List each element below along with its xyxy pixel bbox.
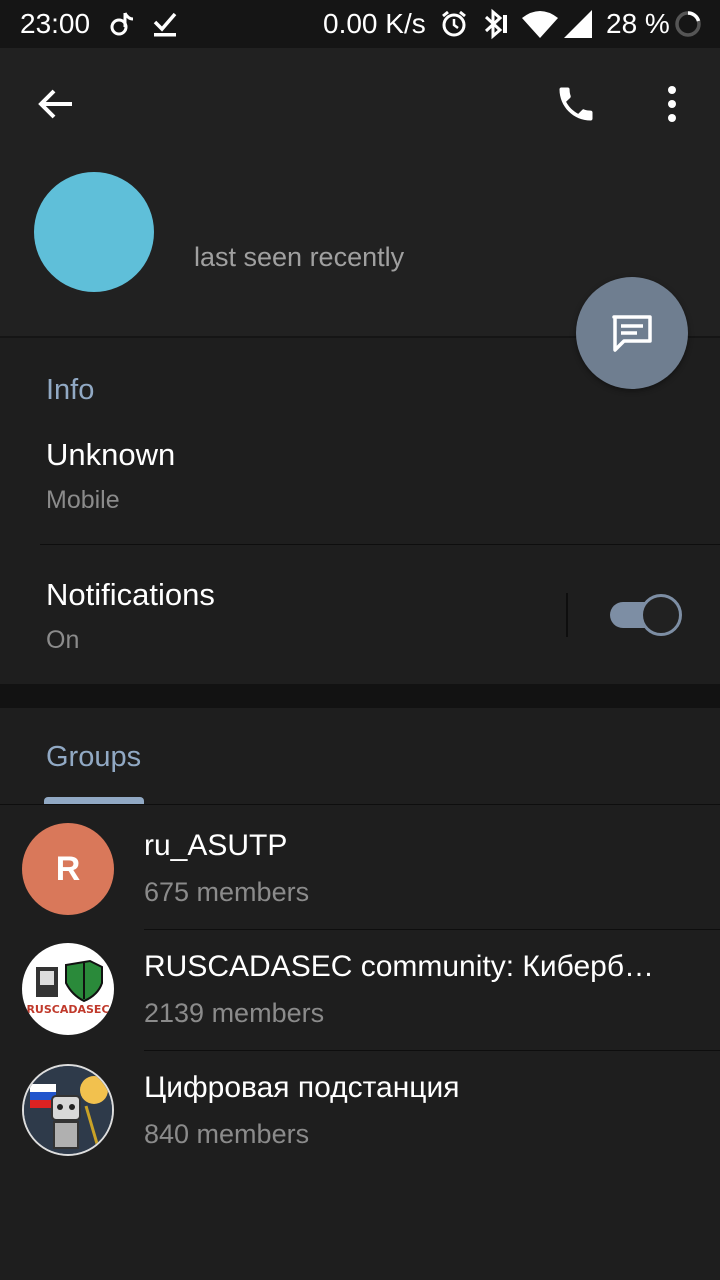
substation-robot-icon: [24, 1066, 112, 1154]
notifications-value: On: [46, 626, 80, 654]
notifications-row[interactable]: Notifications On: [0, 545, 720, 684]
send-message-fab[interactable]: [576, 277, 688, 389]
notifications-toggle[interactable]: [610, 594, 682, 636]
bluetooth-icon: [484, 8, 507, 40]
phone-label: Mobile: [46, 486, 120, 514]
avatar-letter: R: [55, 849, 81, 888]
list-item[interactable]: Цифровая подстанция 840 members: [0, 1051, 720, 1171]
more-vert-icon[interactable]: [660, 84, 684, 124]
last-seen-status: last seen recently: [194, 242, 405, 272]
net-speed: 0.00 K/s: [323, 8, 426, 39]
alarm-icon: [442, 10, 466, 37]
arrow-left-icon[interactable]: [36, 84, 76, 124]
ruscadasec-logo-icon: [36, 959, 103, 1003]
battery-ring-icon: [675, 11, 701, 37]
list-item[interactable]: RUSCADASEC RUSCADASEC community: Киберб……: [0, 930, 720, 1050]
phone-value: Unknown: [46, 437, 176, 472]
group-members: 675 members: [144, 877, 310, 907]
list-item[interactable]: R ru_ASUTP 675 members: [0, 805, 720, 929]
group-title: Цифровая подстанция: [144, 1071, 460, 1104]
wifi-icon: [522, 11, 558, 38]
group-title: RUSCADASEC community: Киберб…: [144, 950, 655, 983]
tiktok-icon: [110, 12, 134, 36]
download-done-icon: [153, 12, 177, 37]
avatar-text: RUSCADASEC: [26, 1003, 110, 1016]
phone-row[interactable]: Unknown Mobile: [0, 420, 720, 544]
avatar: [22, 1064, 114, 1156]
battery-percent: 28 %: [606, 8, 670, 39]
info-title: Info: [46, 374, 95, 406]
group-members: 2139 members: [144, 998, 325, 1028]
tab-groups[interactable]: Groups: [0, 708, 720, 804]
tab-indicator: [44, 797, 144, 804]
profile-avatar[interactable]: [34, 172, 154, 292]
section-gap: [0, 684, 720, 708]
signal-icon: [564, 10, 592, 38]
status-bar: 23:00 0.00 K/s 28 %: [0, 0, 720, 48]
message-icon: [612, 315, 652, 352]
notifications-label: Notifications: [46, 577, 215, 612]
tab-groups-label: Groups: [46, 741, 142, 773]
phone-icon[interactable]: [554, 82, 598, 126]
status-time: 23:00: [20, 8, 91, 39]
avatar: RUSCADASEC: [22, 943, 114, 1035]
group-members: 840 members: [144, 1119, 310, 1149]
group-title: ru_ASUTP: [144, 829, 288, 862]
avatar: R: [22, 823, 114, 915]
divider: [566, 593, 568, 637]
toggle-knob: [640, 594, 682, 636]
